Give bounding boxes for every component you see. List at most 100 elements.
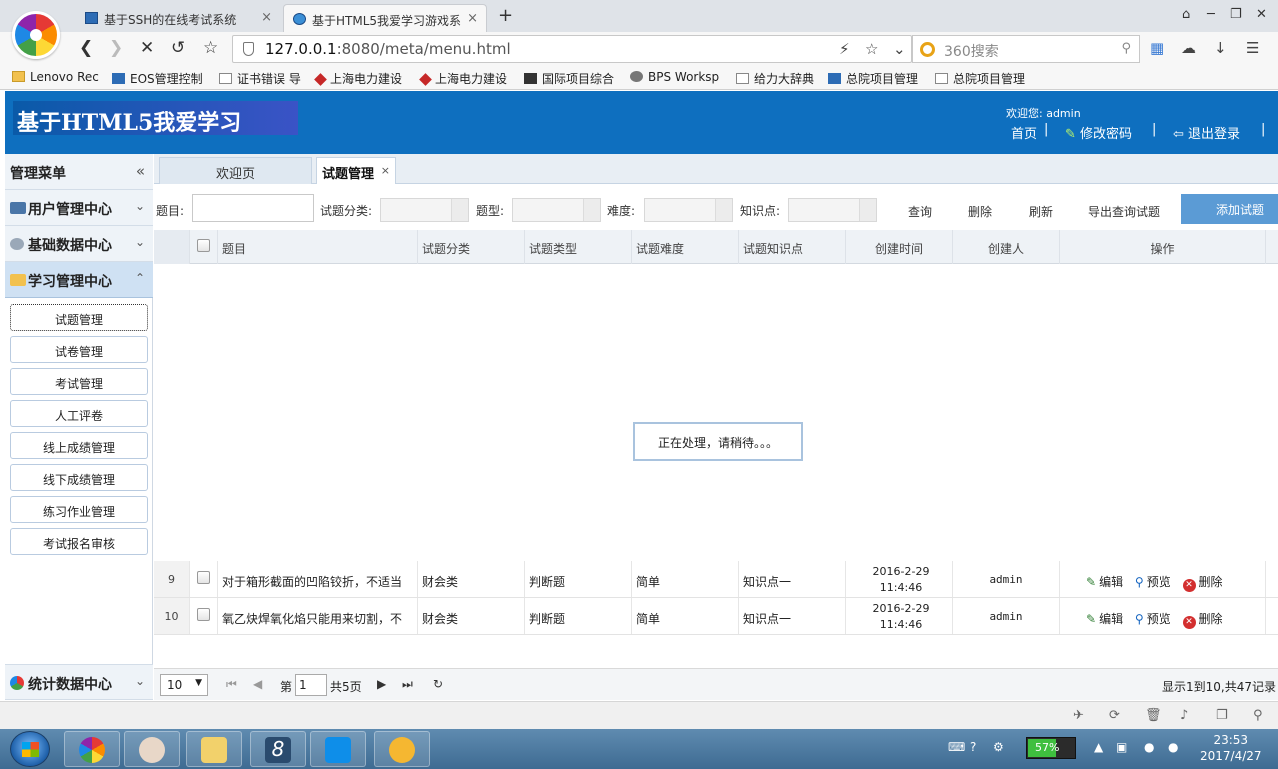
- query-button[interactable]: 查询: [908, 203, 932, 220]
- page-number-input[interactable]: 1: [295, 674, 327, 696]
- table-row[interactable]: 10 氧乙炔焊氧化焰只能用来切割，不 财会类 判断题 简单 知识点一 2016-…: [154, 598, 1278, 635]
- sidebar-item-offline-scores[interactable]: 线下成绩管理: [10, 464, 148, 491]
- bookmark-star-icon[interactable]: ☆: [865, 40, 878, 58]
- bookmark-item[interactable]: 证书错误 导: [219, 70, 301, 87]
- window-icon[interactable]: ❐: [1216, 708, 1228, 723]
- download-icon[interactable]: ↓: [1214, 39, 1227, 57]
- trash-icon[interactable]: 🗑: [1145, 708, 1162, 723]
- first-page-icon[interactable]: ⏮: [226, 677, 237, 692]
- sidebar-item-registration-review[interactable]: 考试报名审核: [10, 528, 148, 555]
- bookmark-item[interactable]: 总院项目管理: [828, 70, 918, 87]
- chevron-down-icon[interactable]: ⌄: [135, 674, 145, 688]
- taskbar-explorer[interactable]: [186, 731, 242, 767]
- sidebar-section-statistics[interactable]: 统计数据中心 ⌄: [5, 664, 153, 700]
- bookmark-item[interactable]: 上海电力建设: [314, 70, 402, 87]
- column-header-creator[interactable]: 创建人: [953, 230, 1060, 264]
- qq-icon[interactable]: ●: [1168, 740, 1178, 754]
- taskbar-avatar-app[interactable]: [124, 731, 180, 767]
- refresh-button[interactable]: 刷新: [1029, 203, 1053, 220]
- sidebar-section-base-data[interactable]: 基础数据中心 ⌄: [5, 226, 153, 262]
- taskbar-browser-360[interactable]: [64, 731, 120, 767]
- start-button[interactable]: [10, 731, 50, 767]
- knowledge-filter-select[interactable]: [788, 198, 877, 222]
- row-checkbox[interactable]: [190, 598, 218, 634]
- stop-loading-icon[interactable]: ✕: [140, 38, 154, 58]
- favorite-icon[interactable]: ☆: [203, 38, 218, 58]
- taskbar-chat-app[interactable]: [374, 731, 430, 767]
- search-icon[interactable]: ⚲: [1121, 41, 1131, 56]
- show-hidden-icons[interactable]: ▲: [1094, 740, 1103, 754]
- reload-icon[interactable]: ↺: [171, 38, 185, 58]
- speedup-icon[interactable]: ⟳: [1109, 708, 1120, 723]
- settings-tray-icon[interactable]: ⚙: [993, 740, 1004, 754]
- close-tab-icon[interactable]: ×: [467, 11, 478, 26]
- select-all-checkbox[interactable]: [190, 230, 218, 264]
- dropdown-icon[interactable]: ⌄: [893, 40, 906, 58]
- edit-action[interactable]: ✎ 编辑: [1086, 573, 1123, 590]
- volume-icon[interactable]: ♪: [1180, 708, 1188, 723]
- delete-button[interactable]: 删除: [968, 203, 992, 220]
- pin-icon[interactable]: ✈: [1073, 708, 1084, 723]
- type-filter-select[interactable]: [512, 198, 601, 222]
- sidebar-item-online-scores[interactable]: 线上成绩管理: [10, 432, 148, 459]
- table-row[interactable]: 9 对于箱形截面的凹陷铰折，不适当 财会类 判断题 简单 知识点一 2016-2…: [154, 561, 1278, 598]
- sidebar-item-manual-grading[interactable]: 人工评卷: [10, 400, 148, 427]
- search-box[interactable]: 360搜索 ⚲: [912, 35, 1140, 63]
- logout-link[interactable]: ⇦ 退出登录: [1173, 123, 1240, 142]
- delete-action[interactable]: ✕ 删除: [1182, 610, 1223, 629]
- chevron-down-icon[interactable]: ⌄: [135, 235, 145, 249]
- export-button[interactable]: 导出查询试题: [1088, 203, 1160, 220]
- column-header-created-time[interactable]: 创建时间: [846, 230, 953, 264]
- delete-action[interactable]: ✕ 删除: [1182, 573, 1223, 592]
- next-page-icon[interactable]: ▶: [377, 677, 386, 691]
- address-bar[interactable]: 127.0.0.1:8080/meta/menu.html ⚡ ☆ ⌄: [232, 35, 912, 63]
- zoom-icon[interactable]: ⚲: [1253, 708, 1263, 723]
- change-password-link[interactable]: ✎ 修改密码: [1065, 123, 1132, 142]
- refresh-page-icon[interactable]: ↻: [433, 677, 443, 691]
- browser-logo-icon[interactable]: [12, 11, 60, 59]
- difficulty-filter-select[interactable]: [644, 198, 733, 222]
- sidebar-item-exam-management[interactable]: 考试管理: [10, 368, 148, 395]
- column-header-difficulty[interactable]: 试题难度: [632, 230, 739, 264]
- cloud-icon[interactable]: ☁: [1181, 39, 1196, 57]
- sidebar-section-user-management[interactable]: 用户管理中心 ⌄: [5, 190, 153, 226]
- bookmark-item[interactable]: 上海电力建设: [419, 70, 507, 87]
- minimize-icon[interactable]: ─: [1207, 7, 1215, 22]
- tab-question-management[interactable]: 试题管理 ×: [316, 157, 396, 184]
- bookmark-item[interactable]: 给力大辞典: [736, 70, 814, 87]
- sidebar-item-practice-homework[interactable]: 练习作业管理: [10, 496, 148, 523]
- bookmark-item[interactable]: BPS Worksp: [630, 70, 719, 84]
- apps-icon[interactable]: ▦: [1150, 39, 1164, 57]
- browser-tab-html5-learning[interactable]: 基于HTML5我爱学习游戏系 ×: [283, 4, 487, 32]
- home-link[interactable]: 首页: [1011, 123, 1037, 142]
- menu-icon[interactable]: ☰: [1246, 39, 1259, 57]
- column-header-title[interactable]: 题目: [218, 230, 418, 264]
- page-size-select[interactable]: 10 ▼: [160, 674, 208, 696]
- preview-action[interactable]: ⚲ 预览: [1135, 610, 1171, 627]
- preview-action[interactable]: ⚲ 预览: [1135, 573, 1171, 590]
- last-page-icon[interactable]: ⏭: [402, 677, 413, 692]
- add-question-button[interactable]: 添加试题: [1181, 194, 1278, 224]
- close-tab-icon[interactable]: ×: [381, 164, 390, 177]
- taskbar-teamviewer[interactable]: [310, 731, 366, 767]
- column-header-category[interactable]: 试题分类: [418, 230, 525, 264]
- row-checkbox[interactable]: [190, 561, 218, 597]
- bookmark-item[interactable]: Lenovo Rec: [12, 70, 99, 84]
- close-window-icon[interactable]: ✕: [1256, 7, 1267, 22]
- sidebar-item-paper-management[interactable]: 试卷管理: [10, 336, 148, 363]
- bookmark-item[interactable]: 国际项目综合: [524, 70, 614, 87]
- network-icon[interactable]: ▣: [1116, 740, 1127, 754]
- collapse-sidebar-icon[interactable]: «: [136, 162, 145, 180]
- sidebar-section-learning-management[interactable]: 学习管理中心 ⌃: [5, 262, 153, 298]
- title-filter-input[interactable]: [192, 194, 314, 222]
- column-header-knowledge[interactable]: 试题知识点: [739, 230, 846, 264]
- browser-tab-ssh-exam[interactable]: 基于SSH的在线考试系统 ×: [76, 4, 280, 32]
- new-tab-button[interactable]: +: [498, 5, 513, 26]
- chevron-up-icon[interactable]: ⌃: [135, 271, 145, 285]
- column-header-type[interactable]: 试题类型: [525, 230, 632, 264]
- bookmark-item[interactable]: 总院项目管理: [935, 70, 1025, 87]
- edit-action[interactable]: ✎ 编辑: [1086, 610, 1123, 627]
- category-filter-select[interactable]: [380, 198, 469, 222]
- sidebar-item-question-management[interactable]: 试题管理: [10, 304, 148, 331]
- taskbar-app-8[interactable]: 8: [250, 731, 306, 767]
